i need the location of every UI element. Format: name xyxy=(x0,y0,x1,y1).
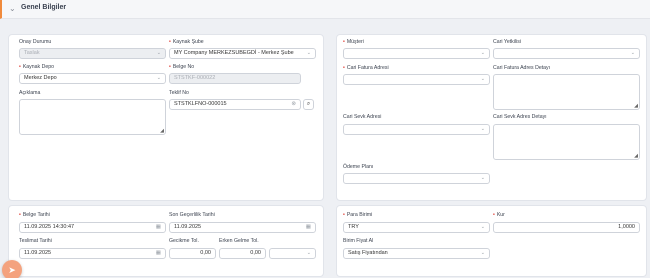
teslimat-tarihi-label: Teslimat Tarihi xyxy=(19,238,52,244)
kaynak-depo-label: Kaynak Depo xyxy=(19,64,54,70)
teklif-no-label: Teklif No xyxy=(169,90,189,96)
onay-durumu-label: Onay Durumu xyxy=(19,39,52,45)
chevron-down-icon: ⌄ xyxy=(156,50,161,56)
kur-label: Kur xyxy=(493,212,505,218)
chevron-down-icon: ⌄ xyxy=(630,50,635,56)
tolerance-unit-select[interactable]: ⌄ xyxy=(269,248,316,259)
teslimat-tarihi-field[interactable]: 11.09.2025 ▦ xyxy=(19,248,166,259)
teklif-no-field[interactable]: STSTKLFNO-000015 ⊗ xyxy=(169,99,301,110)
aciklama-label: Açıklama xyxy=(19,90,41,96)
chevron-down-icon: ⌄ xyxy=(306,50,311,56)
cari-sevk-adresi-label: Cari Sevk Adresi xyxy=(343,114,382,120)
belge-tarihi-field[interactable]: 11.09.2025 14:30:47 ▦ xyxy=(19,222,166,233)
calendar-icon[interactable]: ▦ xyxy=(156,249,161,258)
odeme-plani-label: Ödeme Planı xyxy=(343,164,374,170)
send-icon: ➤ xyxy=(8,265,16,275)
chevron-down-icon: ⌄ xyxy=(480,76,485,82)
birim-fiyat-select[interactable]: Satış Fiyatından ⌄ xyxy=(343,248,490,259)
cari-sevk-adres-detayi-label: Cari Sevk Adres Detayı xyxy=(493,114,547,120)
belge-tarihi-label: Belge Tarihi xyxy=(19,212,50,218)
section-title: Genel Bilgiler xyxy=(21,4,67,11)
son-gecerlilik-label: Son Geçerlilik Tarihi xyxy=(169,212,215,218)
odeme-plani-select[interactable]: ⌄ xyxy=(343,173,490,184)
cari-yetkilisi-select[interactable]: ⌄ xyxy=(493,48,640,59)
kaynak-sube-label: Kaynak Şube xyxy=(169,39,204,45)
search-icon: ⌕ xyxy=(306,101,311,107)
kaynak-depo-select[interactable]: Merkez Depo ⌄ xyxy=(19,73,166,84)
resize-grip-icon[interactable]: ◢ xyxy=(634,104,638,109)
gecikme-tol-field[interactable]: 0,00 xyxy=(169,248,216,259)
dates-card: Belge Tarihi 11.09.2025 14:30:47▦ Son Ge… xyxy=(8,205,324,277)
belge-no-label: Belge No xyxy=(169,64,194,70)
cari-fatura-adresi-select[interactable]: ⌄ xyxy=(343,74,490,85)
musteri-select[interactable]: ⌄ xyxy=(343,48,490,59)
kaynak-sube-select[interactable]: MY Company MERKEZSUBEGDİ - Merkez Şube ⌄ xyxy=(169,48,316,59)
cari-fatura-adresi-label: Cari Fatura Adresi xyxy=(343,65,389,71)
cari-sevk-adresi-select[interactable]: ⌄ xyxy=(343,124,490,135)
chevron-down-icon: ⌄ xyxy=(480,126,485,132)
resize-grip-icon[interactable]: ◢ xyxy=(634,154,638,159)
clear-icon[interactable]: ⊗ xyxy=(291,100,296,109)
customer-card: Müşteri ⌄ Cari Yetkilisi ⌄ Cari Fatura A… xyxy=(336,34,647,201)
chevron-down-icon: ⌄ xyxy=(306,250,311,256)
currency-card: Para Birimi TRY⌄ Kur 1,0000 Birim Fiyat … xyxy=(336,205,647,277)
chevron-down-icon: ⌄ xyxy=(480,250,485,256)
send-fab-button[interactable]: ➤ xyxy=(2,260,22,278)
chevron-down-icon[interactable]: ⌄ xyxy=(9,4,16,13)
search-button[interactable]: ⌕ xyxy=(303,99,314,110)
kur-field[interactable]: 1,0000 xyxy=(493,222,640,233)
cari-yetkilisi-label: Cari Yetkilisi xyxy=(493,39,521,45)
para-birimi-label: Para Birimi xyxy=(343,212,372,218)
cari-sevk-adres-detayi-textarea[interactable]: ◢ xyxy=(493,124,640,160)
chevron-down-icon: ⌄ xyxy=(480,50,485,56)
belge-no-field: STSTKF-000022 xyxy=(169,73,301,84)
section-header[interactable]: ⌄ Genel Bilgiler xyxy=(0,0,650,19)
erken-gelme-tol-label: Erken Gelme Tol. xyxy=(219,238,259,244)
cari-fatura-adres-detayi-label: Cari Fatura Adres Detayı xyxy=(493,65,551,71)
onay-durumu-select: Taslak ⌄ xyxy=(19,48,166,59)
para-birimi-select[interactable]: TRY ⌄ xyxy=(343,222,490,233)
musteri-label: Müşteri xyxy=(343,39,364,45)
calendar-icon[interactable]: ▦ xyxy=(306,223,311,232)
calendar-icon[interactable]: ▦ xyxy=(156,223,161,232)
chevron-down-icon: ⌄ xyxy=(480,175,485,181)
cari-fatura-adres-detayi-textarea[interactable]: ◢ xyxy=(493,74,640,110)
erken-gelme-tol-field[interactable]: 0,00 xyxy=(219,248,266,259)
aciklama-textarea[interactable]: ◢ xyxy=(19,99,166,135)
chevron-down-icon: ⌄ xyxy=(156,75,161,81)
birim-fiyat-label: Birim Fiyat Al xyxy=(343,238,374,244)
son-gecerlilik-field[interactable]: 11.09.2025 ▦ xyxy=(169,222,316,233)
resize-grip-icon[interactable]: ◢ xyxy=(160,129,164,134)
chevron-down-icon: ⌄ xyxy=(480,224,485,230)
gecikme-tol-label: Gecikme Tol. xyxy=(169,238,199,244)
general-info-card: Onay Durumu Taslak⌄ Kaynak Şube MY Compa… xyxy=(8,34,324,201)
